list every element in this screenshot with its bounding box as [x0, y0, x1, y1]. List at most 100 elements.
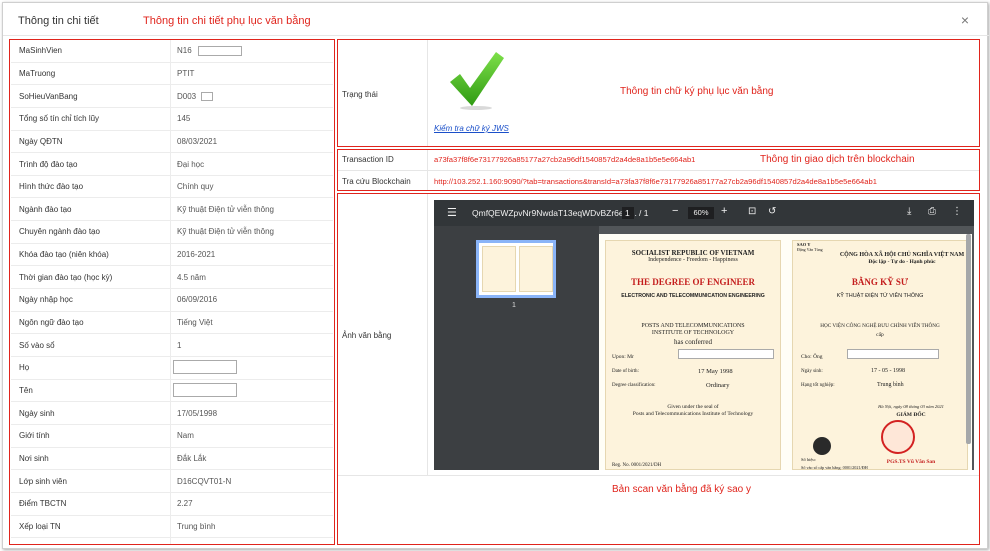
vn-degree-title: BẰNG KỸ SƯ: [851, 277, 909, 287]
vn-place-date: Hà Nội, ngày 08 tháng 03 năm 2021: [878, 404, 944, 409]
detail-value: 17/05/1998: [177, 408, 218, 418]
detail-row: Họ: [11, 357, 333, 380]
detail-row: Lớp sinh viên D16CQVT01-N: [11, 470, 333, 493]
zoom-in-icon[interactable]: +: [721, 205, 727, 217]
detail-label: Ngày QĐTN: [19, 136, 63, 146]
detail-row: Ngành đào tạo Kỹ thuật Điện tử viễn thông: [11, 199, 333, 222]
given-name-field[interactable]: [173, 382, 237, 397]
detail-row: Tên: [11, 380, 333, 403]
detail-value: D003: [177, 91, 197, 101]
check-jws-link[interactable]: Kiểm tra chữ ký JWS: [434, 124, 509, 133]
vn-cap: cấp: [876, 332, 884, 338]
detail-value: Tiếng Việt: [177, 318, 213, 328]
signature-label: Trạng thái: [342, 90, 378, 99]
thumbnail-panel: 1: [434, 226, 599, 470]
detail-label: Chuyên ngành đào tạo: [19, 227, 100, 237]
qr-stamp-icon: [813, 437, 831, 455]
zoom-out-icon[interactable]: −: [672, 205, 678, 217]
annotation-signature: Thông tin chữ ký phụ lục văn bằng: [620, 86, 774, 97]
diploma-no-masked-field[interactable]: [201, 92, 213, 102]
en-given-2: Posts and Telecommunications Institute o…: [632, 411, 754, 417]
details-modal: Thông tin chi tiết Thông tin chi tiết ph…: [2, 2, 989, 549]
blockchain-label: Tra cứu Blockchain: [342, 177, 411, 186]
vn-sao-name: Đặng Văn Tùng: [797, 247, 823, 252]
detail-value: Chính quy: [177, 182, 214, 192]
download-icon[interactable]: ⤓: [907, 206, 911, 217]
en-dob: 17 May 1998: [698, 368, 733, 375]
scan-label: Ảnh văn bằng: [342, 331, 392, 340]
en-institute-1: POSTS AND TELECOMMUNICATIONS: [641, 323, 745, 329]
detail-value: Nam: [177, 431, 194, 441]
detail-value: Kỹ thuật Điện tử viễn thông: [177, 227, 274, 237]
detail-value: 08/03/2021: [177, 136, 218, 146]
detail-row: Ngày nhập học 06/09/2016: [11, 289, 333, 312]
menu-icon[interactable]: ☰: [447, 206, 457, 219]
vn-rank-label: Hạng tốt nghiệp:: [801, 383, 835, 388]
print-icon[interactable]: ⎙: [928, 206, 936, 217]
detail-value: Kỹ thuật Điện tử viễn thông: [177, 204, 274, 214]
degree-vietnamese: SAO Y Đặng Văn Tùng CỘNG HÒA XÃ HỘI CHỦ …: [792, 240, 968, 470]
vn-cho: Cho: Ông: [801, 354, 823, 360]
column-divider: [427, 194, 428, 475]
pdf-viewer[interactable]: ☰ QmfQEWZpvNr9NwdaT13eqWDvBZr6eR... 1 / …: [434, 200, 974, 470]
detail-value: 4.5 năm: [177, 272, 206, 282]
column-divider: [170, 40, 171, 544]
thumbnail-page-left: [482, 246, 516, 292]
degree-english: SOCIALIST REPUBLIC OF VIETNAM Independen…: [605, 240, 781, 470]
detail-row: Ngày QĐTN 08/03/2021: [11, 131, 333, 154]
page-thumbnail[interactable]: [476, 240, 556, 298]
detail-label: Tên: [19, 386, 33, 396]
detail-label: SoHieuVanBang: [19, 91, 78, 101]
close-icon[interactable]: ×: [961, 12, 969, 28]
annotation-scan: Bản scan văn bằng đã ký sao y: [612, 484, 751, 495]
detail-label: Ngành đào tạo: [19, 204, 72, 214]
annotation-details: Thông tin chi tiết phụ lục văn bằng: [143, 15, 311, 27]
en-class-label: Degree classification:: [612, 383, 656, 388]
en-degree-title: THE DEGREE OF ENGINEER: [631, 277, 755, 287]
more-options-icon[interactable]: ⋮: [952, 206, 962, 217]
en-conferred: has conferred: [674, 338, 712, 346]
fit-page-icon[interactable]: ⊡: [748, 206, 756, 217]
blockchain-link[interactable]: http://103.252.1.160:9090/?tab=transacti…: [434, 177, 877, 186]
pdf-scrollbar[interactable]: [966, 234, 971, 444]
header-divider: [3, 35, 989, 36]
page-current: 1: [625, 208, 630, 218]
detail-label: Điểm TBCTN: [19, 499, 67, 509]
page-total: / 1: [639, 208, 649, 218]
detail-value: 06/09/2016: [177, 295, 218, 305]
detail-row: Khóa đào tạo (niên khóa) 2016-2021: [11, 244, 333, 267]
pdf-toolbar: ☰ QmfQEWZpvNr9NwdaT13eqWDvBZr6eR... 1 / …: [434, 200, 974, 226]
transaction-id-label: Transaction ID: [342, 155, 394, 164]
vn-dob: 17 - 05 - 1998: [871, 368, 905, 374]
vn-header-1: CỘNG HÒA XÃ HỘI CHỦ NGHĨA VIỆT NAM: [839, 252, 965, 258]
vn-header-2: Độc lập - Tự do - Hạnh phúc: [868, 259, 936, 265]
pdf-page: SOCIALIST REPUBLIC OF VIETNAM Independen…: [599, 234, 972, 470]
rotate-icon[interactable]: ↺: [768, 206, 776, 217]
detail-label: Giới tính: [19, 431, 50, 441]
en-header-2: Independence - Freedom - Happiness: [648, 257, 738, 263]
detail-label: Họ: [19, 363, 30, 373]
row-divider: [338, 170, 979, 171]
en-header-1: SOCIALIST REPUBLIC OF VIETNAM: [631, 249, 755, 257]
en-dob-label: Date of birth:: [612, 369, 639, 374]
transaction-id-value: a73fa37f8f6e73177926a85177a27cb2a96df154…: [434, 155, 696, 164]
check-icon: [450, 52, 504, 110]
vn-director: GIÁM ĐỐC: [896, 412, 926, 418]
detail-row: Hình thức đào tạo Chính quy: [11, 176, 333, 199]
detail-row: Số vào sổ 1: [11, 334, 333, 358]
surname-field[interactable]: [173, 360, 237, 375]
en-reg: Reg. No. 0001/2021/DH: [612, 463, 662, 468]
detail-row: Giới tính Nam: [11, 425, 333, 448]
en-given-1: Given under the seal of: [667, 404, 719, 410]
detail-label: Lớp sinh viên: [19, 476, 67, 486]
scan-section: Ảnh văn bằng ☰ QmfQEWZpvNr9NwdaT13eqWDvB…: [337, 193, 980, 545]
detail-row: MaTruong PTIT: [11, 63, 333, 86]
detail-value: 2016-2021: [177, 250, 216, 260]
detail-row: Thời gian đào tạo (học kỳ) 4.5 năm: [11, 267, 333, 290]
detail-label: Hình thức đào tạo: [19, 182, 84, 192]
en-class: Ordinary: [706, 382, 730, 389]
column-divider: [427, 150, 428, 190]
zoom-level[interactable]: 60%: [688, 207, 714, 219]
student-id-masked-field[interactable]: [198, 46, 242, 56]
detail-row: Chuyên ngành đào tạo Kỹ thuật Điện tử viễ…: [11, 221, 333, 244]
